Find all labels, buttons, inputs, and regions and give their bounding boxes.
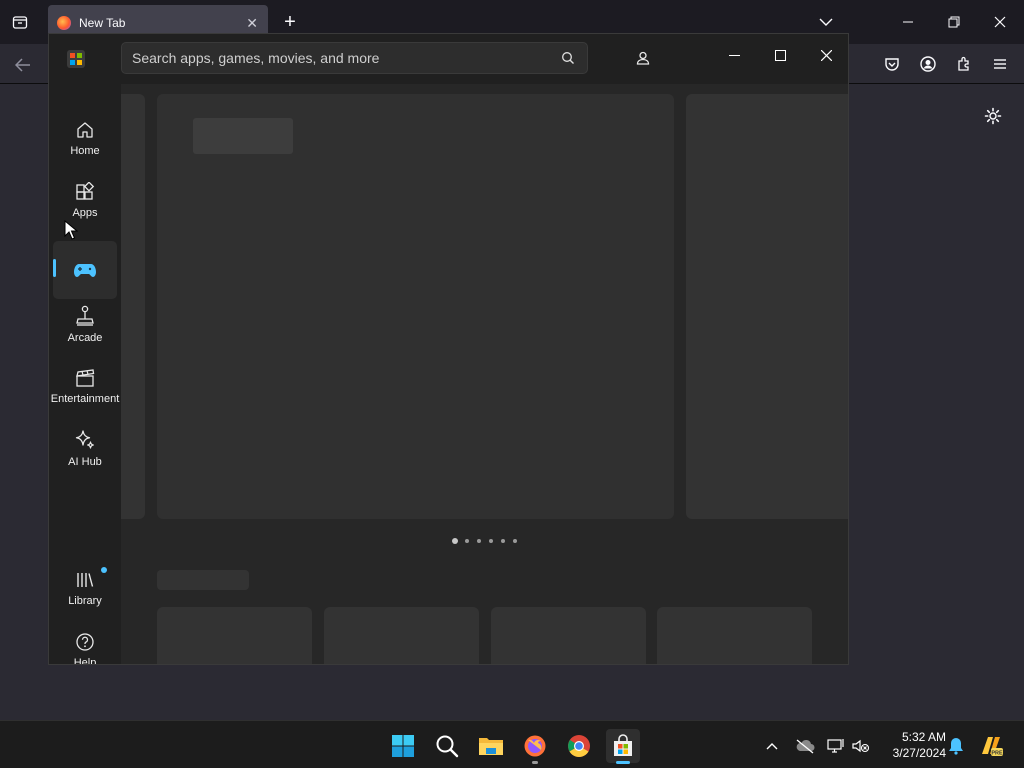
clock-time: 5:32 AM xyxy=(901,730,946,744)
pocket-icon[interactable] xyxy=(881,53,903,75)
nav-item-arcade[interactable]: Arcade xyxy=(53,295,117,353)
store-minimize-button[interactable] xyxy=(719,40,749,70)
search-input[interactable]: Search apps, games, movies, and more xyxy=(121,42,588,74)
restore-icon[interactable] xyxy=(944,12,964,32)
network-icon[interactable] xyxy=(826,729,846,763)
microsoft-store-window: Search apps, games, movies, and more Hom… xyxy=(48,33,849,665)
copilot-icon[interactable]: PRE xyxy=(976,729,1006,763)
section-heading-placeholder xyxy=(157,570,249,590)
mouse-cursor xyxy=(64,220,78,240)
carousel-dot[interactable] xyxy=(477,539,481,543)
show-hidden-icons-chevron-icon[interactable] xyxy=(762,729,782,763)
svg-text:PRE: PRE xyxy=(991,751,1003,757)
tab-list-icon[interactable] xyxy=(10,12,30,32)
sparkle-icon xyxy=(75,429,94,449)
clock-date: 3/27/2024 xyxy=(892,746,946,760)
firefox-icon[interactable] xyxy=(518,729,552,764)
nav-label-library: Library xyxy=(68,594,102,607)
gamepad-icon xyxy=(74,264,96,277)
volume-muted-icon[interactable] xyxy=(850,729,872,763)
windows-start-icon[interactable] xyxy=(386,729,420,763)
file-explorer-icon[interactable] xyxy=(474,729,508,763)
library-update-badge xyxy=(101,567,107,573)
account-icon[interactable] xyxy=(631,46,655,70)
list-all-tabs-icon[interactable] xyxy=(816,12,836,32)
nav-item-library[interactable]: Library xyxy=(53,559,117,617)
onedrive-offline-icon[interactable] xyxy=(793,729,817,763)
home-icon xyxy=(77,121,93,138)
nav-item-help[interactable]: Help xyxy=(53,621,117,665)
nav-label-home: Home xyxy=(70,144,100,157)
store-close-button[interactable] xyxy=(811,40,841,70)
apps-icon xyxy=(76,181,95,200)
running-indicator xyxy=(532,761,538,764)
nav-label-entertainment: Entertainment xyxy=(50,392,120,405)
close-icon[interactable] xyxy=(990,12,1010,32)
notification-bell-icon[interactable] xyxy=(946,729,966,763)
tab-title: New Tab xyxy=(79,16,126,30)
nav-item-entertainment[interactable]: Entertainment xyxy=(50,357,120,415)
microsoft-store-logo-icon xyxy=(67,50,85,68)
gaming-page xyxy=(121,84,848,664)
chrome-icon[interactable] xyxy=(562,729,596,763)
app-tile-placeholder[interactable] xyxy=(657,607,812,664)
joystick-icon xyxy=(76,305,94,326)
nav-item-home[interactable]: Home xyxy=(53,109,117,167)
app-tile-placeholder[interactable] xyxy=(491,607,646,664)
nav-label-help: Help xyxy=(73,656,97,665)
nav-label-arcade: Arcade xyxy=(67,331,103,344)
carousel-dot[interactable] xyxy=(513,539,517,543)
carousel-dot[interactable] xyxy=(465,539,469,543)
clock[interactable]: 5:32 AM 3/27/2024 xyxy=(880,729,946,761)
hero-card-placeholder[interactable] xyxy=(157,94,674,519)
app-tile-placeholder[interactable] xyxy=(324,607,479,664)
hero-card-previous-placeholder[interactable] xyxy=(121,94,145,519)
hero-card-next-placeholder[interactable] xyxy=(686,94,848,519)
carousel-dot[interactable] xyxy=(489,539,493,543)
nav-item-ai-hub[interactable]: AI Hub xyxy=(53,419,117,477)
carousel-dot[interactable] xyxy=(501,539,505,543)
nav-label-ai-hub: AI Hub xyxy=(68,455,102,468)
app-tile-placeholder[interactable] xyxy=(157,607,312,664)
search-icon[interactable] xyxy=(430,729,464,763)
new-tab-button[interactable]: + xyxy=(280,10,300,34)
active-indicator xyxy=(53,259,56,277)
hero-title-placeholder xyxy=(193,118,293,154)
settings-icon[interactable] xyxy=(982,105,1004,127)
nav-item-apps[interactable]: Apps xyxy=(53,171,117,229)
store-maximize-button[interactable] xyxy=(765,40,795,70)
back-icon[interactable] xyxy=(12,54,34,76)
windows-taskbar: 5:32 AM 3/27/2024 PRE xyxy=(0,720,1024,768)
active-app-indicator xyxy=(616,761,630,764)
microsoft-store-icon[interactable] xyxy=(606,729,640,764)
nav-label-apps: Apps xyxy=(72,206,98,219)
firefox-logo-icon xyxy=(57,16,71,30)
help-icon xyxy=(76,632,94,651)
store-title-bar: Search apps, games, movies, and more xyxy=(49,34,848,84)
carousel-dot[interactable] xyxy=(452,538,458,544)
clapperboard-icon xyxy=(76,368,95,387)
search-placeholder: Search apps, games, movies, and more xyxy=(132,50,380,66)
menu-icon[interactable] xyxy=(989,53,1011,75)
account-icon[interactable] xyxy=(917,53,939,75)
search-icon[interactable] xyxy=(561,51,575,68)
extensions-icon[interactable] xyxy=(953,53,975,75)
store-left-navigation: Home Apps Arcade Entertainment AI Hub Li… xyxy=(49,84,121,665)
library-icon xyxy=(77,572,94,587)
nav-item-gaming[interactable] xyxy=(53,241,117,299)
tab-close-icon[interactable]: ✕ xyxy=(246,15,258,32)
minimize-icon[interactable] xyxy=(898,12,918,32)
